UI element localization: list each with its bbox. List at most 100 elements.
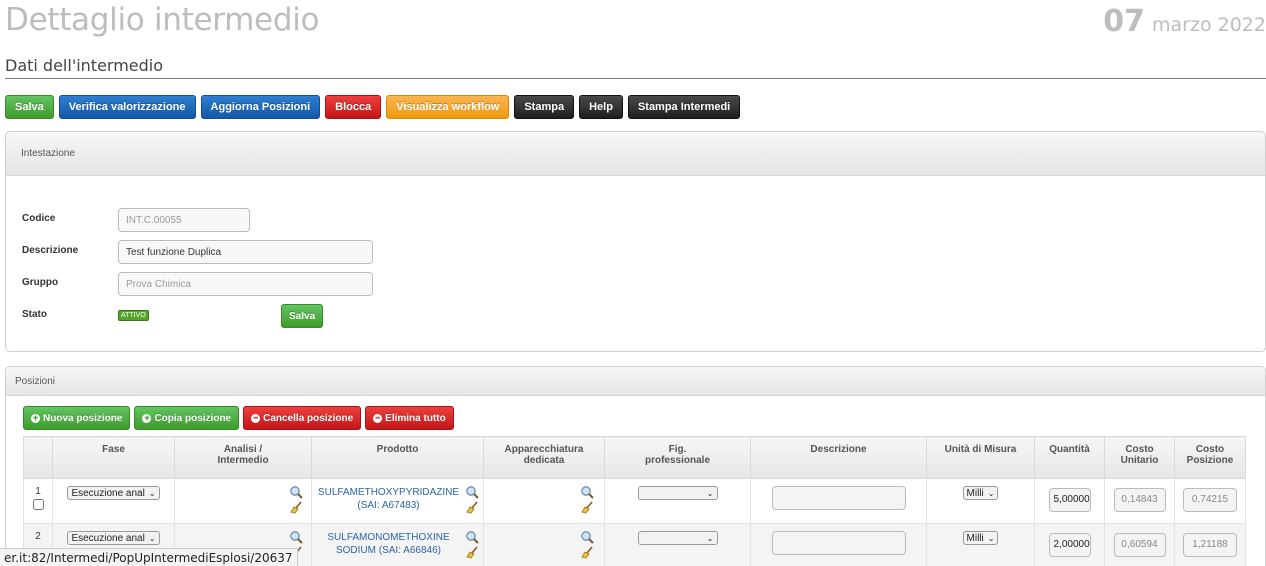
- unita-cell: Milli ⌄: [926, 478, 1035, 524]
- search-icon[interactable]: [465, 530, 479, 544]
- fase-select[interactable]: Esecuzione anal ⌄: [67, 486, 160, 500]
- clear-brush-icon[interactable]: [580, 545, 594, 559]
- code-label: Codice: [22, 213, 56, 224]
- row-number: 1: [35, 486, 41, 497]
- section-subtitle: Dati dell'intermedio: [5, 56, 1266, 79]
- chevron-down-icon: ⌄: [148, 488, 156, 498]
- search-icon[interactable]: [289, 485, 303, 499]
- positions-table: Fase Analisi / Intermedio Prodotto Appare…: [23, 436, 1246, 566]
- print-intermediates-button[interactable]: Stampa Intermedi: [627, 95, 741, 119]
- descrizione-cell: [750, 478, 927, 524]
- quantita-cell: 2,00000: [1034, 523, 1105, 566]
- col-costo-unitario: Costo Unitario: [1104, 436, 1175, 479]
- clear-brush-icon[interactable]: [465, 500, 479, 514]
- fig-cell: ⌄: [604, 478, 751, 524]
- unit-cost-field: 0,14843: [1113, 488, 1166, 512]
- copy-position-button[interactable]: + Copia posizione: [134, 406, 240, 430]
- main-toolbar: Salva Verifica valorizzazione Aggiorna P…: [5, 95, 741, 119]
- status-bar-url: er.it:82/Intermedi/PopUpIntermediEsplosi…: [0, 548, 298, 566]
- product-name[interactable]: SULFAMETHOXYPYRIDAZINE (SAI: A67483): [313, 486, 482, 512]
- header-panel: Intestazione Codice INT.C.00055 Descrizi…: [5, 131, 1266, 352]
- unit-select[interactable]: Milli ⌄: [962, 531, 999, 545]
- row-number: 2: [35, 531, 41, 542]
- chevron-down-icon: ⌄: [706, 488, 714, 498]
- description-label: Descrizione: [22, 245, 79, 256]
- row-checkbox[interactable]: [32, 499, 44, 510]
- position-cost-field: 1,21188: [1183, 533, 1237, 557]
- row-number-cell: 1: [23, 478, 53, 524]
- group-label: Gruppo: [22, 277, 59, 288]
- costo-posizione-cell: 1,21188: [1174, 523, 1246, 566]
- date-display: 07 marzo 2022: [1103, 4, 1266, 39]
- clear-brush-icon[interactable]: [580, 500, 594, 514]
- fig-professionale-select[interactable]: ⌄: [637, 531, 718, 545]
- quantity-input[interactable]: 5,00000: [1048, 488, 1091, 512]
- col-descrizione: Descrizione: [750, 436, 927, 479]
- position-cost-field: 0,74215: [1183, 488, 1237, 512]
- group-field[interactable]: Prova Chimica: [118, 272, 373, 296]
- table-header-row: Fase Analisi / Intermedio Prodotto Appare…: [23, 436, 1246, 479]
- fase-cell: Esecuzione anal ⌄: [52, 478, 175, 524]
- save-button[interactable]: Salva: [5, 95, 54, 119]
- panel-title-posizioni: Posizioni: [6, 367, 1265, 396]
- page-title: Dettaglio intermedio: [5, 2, 320, 38]
- quantity-input[interactable]: 2,00000: [1048, 533, 1091, 557]
- prodotto-cell: SULFAMETHOXYPYRIDAZINE (SAI: A67483): [311, 478, 484, 524]
- delete-position-button[interactable]: − Cancella posizione: [243, 406, 362, 430]
- description-field[interactable]: Test funzione Duplica: [118, 240, 373, 264]
- date-day: 07: [1103, 4, 1145, 39]
- panel-title-intestazione: Intestazione: [6, 132, 1265, 176]
- chevron-down-icon: ⌄: [148, 533, 156, 543]
- col-analisi: Analisi / Intermedio: [174, 436, 312, 479]
- code-field[interactable]: INT.C.00055: [118, 208, 250, 232]
- unit-cost-field: 0,60594: [1113, 533, 1166, 557]
- help-button[interactable]: Help: [579, 95, 623, 119]
- search-icon[interactable]: [465, 485, 479, 499]
- costo-unitario-cell: 0,60594: [1104, 523, 1175, 566]
- positions-toolbar: + Nuova posizione + Copia posizione − Cance…: [23, 406, 454, 430]
- block-button[interactable]: Blocca: [325, 95, 382, 119]
- print-button[interactable]: Stampa: [514, 95, 575, 119]
- chevron-down-icon: ⌄: [987, 533, 995, 543]
- clear-brush-icon[interactable]: [289, 500, 303, 514]
- col-unita: Unità di Misura: [926, 436, 1035, 479]
- col-costo-posizione: Costo Posizione: [1174, 436, 1246, 479]
- chevron-down-icon: ⌄: [987, 488, 995, 498]
- apparecchiatura-cell: [483, 523, 605, 566]
- col-prodotto: Prodotto: [311, 436, 484, 479]
- view-workflow-button[interactable]: Visualizza workflow: [386, 95, 510, 119]
- analisi-cell: [174, 478, 312, 524]
- col-quantita: Quantità: [1034, 436, 1105, 479]
- status-badge: ATTIVO: [118, 310, 149, 321]
- descrizione-cell: [750, 523, 927, 566]
- fig-professionale-select[interactable]: ⌄: [637, 486, 718, 500]
- description-input[interactable]: [771, 531, 906, 555]
- col-num: [23, 436, 53, 479]
- fase-select[interactable]: Esecuzione anal ⌄: [67, 531, 160, 545]
- description-input[interactable]: [771, 486, 906, 510]
- new-position-button[interactable]: + Nuova posizione: [23, 406, 131, 430]
- col-fase: Fase: [52, 436, 175, 479]
- product-name[interactable]: SULFAMONOMETHOXINE SODIUM (SAI: A66846): [313, 531, 482, 557]
- update-positions-button[interactable]: Aggiorna Posizioni: [200, 95, 321, 119]
- date-month-year: marzo 2022: [1152, 14, 1266, 36]
- unit-select[interactable]: Milli ⌄: [962, 486, 999, 500]
- prodotto-cell: SULFAMONOMETHOXINE SODIUM (SAI: A66846): [311, 523, 484, 566]
- costo-posizione-cell: 0,74215: [1174, 478, 1246, 524]
- search-icon[interactable]: [289, 530, 303, 544]
- costo-unitario-cell: 0,14843: [1104, 478, 1175, 524]
- quantita-cell: 5,00000: [1034, 478, 1105, 524]
- header-save-button[interactable]: Salva: [281, 304, 324, 328]
- minus-icon: −: [251, 412, 261, 423]
- verify-valuation-button[interactable]: Verifica valorizzazione: [58, 95, 196, 119]
- apparecchiatura-cell: [483, 478, 605, 524]
- search-icon[interactable]: [580, 530, 594, 544]
- delete-all-button[interactable]: − Elimina tutto: [365, 406, 454, 430]
- chevron-down-icon: ⌄: [706, 533, 714, 543]
- fig-cell: ⌄: [604, 523, 751, 566]
- clear-brush-icon[interactable]: [465, 545, 479, 559]
- col-apparecchiatura: Apparecchiatura dedicata: [483, 436, 605, 479]
- search-icon[interactable]: [580, 485, 594, 499]
- plus-icon: +: [142, 412, 152, 423]
- minus-icon: −: [373, 412, 383, 423]
